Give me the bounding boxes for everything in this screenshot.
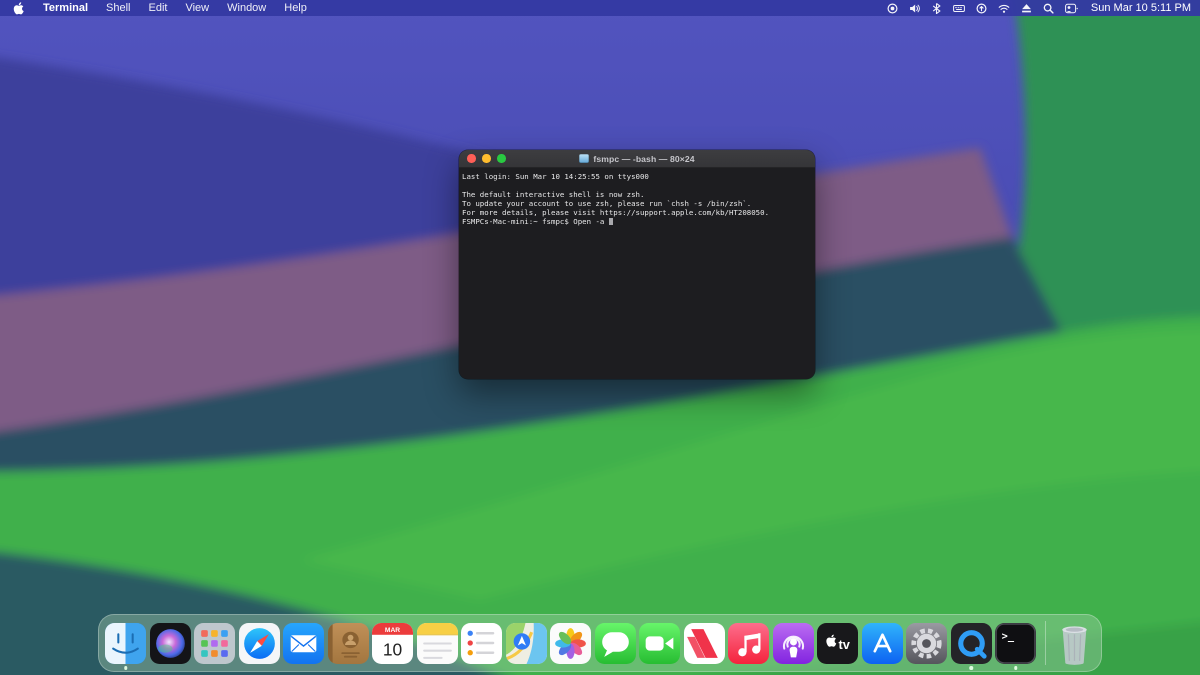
menu-edit[interactable]: Edit [140,0,177,16]
dock-item-mail[interactable] [283,622,324,664]
dock-item-app-store[interactable] [861,622,903,664]
dock-item-podcasts[interactable] [772,622,814,664]
facetime-icon [639,622,680,664]
trash-icon [1062,626,1087,665]
volume-icon[interactable] [909,3,920,14]
dock-separator [1044,621,1046,665]
menu-help[interactable]: Help [275,0,316,16]
terminal-line: Last login: Sun Mar 10 14:25:55 on ttys0… [462,172,649,181]
terminal-titlebar[interactable]: fsmpc — -bash — 80×24 [459,150,815,168]
terminal-proxy-icon [579,154,590,163]
dock-item-facetime[interactable] [639,622,680,664]
apple-menu-icon[interactable] [13,1,24,15]
terminal-line: To update your account to use zsh, pleas… [462,199,752,209]
menu-clock[interactable]: Sun Mar 10 5:11 PM [1091,2,1191,14]
dock-item-launchpad[interactable] [194,622,235,664]
quicktime-icon [950,622,992,664]
dock-item-maps[interactable] [505,622,547,664]
time-machine-icon[interactable] [976,2,987,14]
terminal-glyph-label: >_ [1002,630,1015,642]
system-settings-icon [906,622,947,664]
reminders-icon [461,622,502,664]
terminal-prompt-line: FSMPCs-Mac-mini:~ fsmpc$ Open -a [462,217,812,226]
news-icon [683,622,725,664]
window-title: fsmpc — -bash — 80×24 [593,153,695,164]
zoom-button[interactable] [497,154,506,163]
dock-item-calendar[interactable]: MAR 10 [372,622,413,664]
terminal-line: The default interactive shell is now zsh… [462,190,645,200]
dock-item-contacts[interactable] [327,622,369,664]
dock-item-siri[interactable] [149,622,191,664]
messages-icon [594,622,636,664]
wifi-icon[interactable] [998,3,1010,14]
calendar-day-label: 10 [383,639,402,659]
terminal-cursor [608,217,614,226]
dock-item-finder[interactable] [105,622,146,670]
dock-item-safari[interactable] [238,622,280,664]
bluetooth-icon[interactable] [931,2,942,14]
contacts-icon [327,622,369,664]
screen-recording-icon[interactable] [887,2,898,14]
menu-view[interactable]: View [176,0,218,16]
maps-icon [505,622,547,664]
menu-bar: Terminal Shell Edit View Window Help Sun… [0,0,1200,16]
minimize-button[interactable] [482,154,491,163]
finder-icon [105,622,146,664]
running-indicator [1013,666,1018,670]
dock: MAR 10 tv >_ [98,614,1102,672]
terminal-dock-icon: >_ [995,622,1036,664]
siri-icon [149,622,191,664]
dock-item-trash[interactable] [1054,620,1095,666]
dock-item-reminders[interactable] [461,622,502,664]
fast-user-switching-icon[interactable] [1065,3,1078,14]
dock-item-apple-tv[interactable]: tv [817,622,858,664]
dock-item-notes[interactable] [416,622,458,664]
dock-item-music[interactable] [728,622,769,664]
dock-item-terminal[interactable]: >_ [995,622,1036,670]
terminal-window: fsmpc — -bash — 80×24 Last login: Sun Ma… [459,150,815,379]
running-indicator [123,666,128,670]
podcasts-icon [772,622,814,664]
dock-item-system-settings[interactable] [906,622,947,664]
apple-tv-icon: tv [817,622,858,664]
calendar-icon: MAR 10 [372,622,413,664]
photos-icon [550,622,591,664]
dock-item-messages[interactable] [594,622,636,664]
mail-icon [283,622,324,664]
music-icon [728,622,769,664]
terminal-prompt: FSMPCs-Mac-mini:~ fsmpc$ Open -a [462,217,609,227]
terminal-line: For more details, please visit https://s… [462,208,770,218]
calendar-month-label: MAR [385,626,400,633]
spotlight-search-icon[interactable] [1043,3,1054,14]
menu-shell[interactable]: Shell [97,0,139,16]
close-button[interactable] [467,154,476,163]
launchpad-icon [194,622,235,664]
keyboard-input-icon[interactable] [953,3,965,14]
dock-item-quicktime[interactable] [950,622,992,670]
notes-icon [416,622,458,664]
terminal-content[interactable]: Last login: Sun Mar 10 14:25:55 on ttys0… [459,168,815,231]
eject-icon[interactable] [1021,3,1032,14]
apple-tv-label: tv [839,637,851,652]
menu-app-name[interactable]: Terminal [34,0,97,16]
dock-item-photos[interactable] [550,622,591,664]
dock-item-news[interactable] [683,622,725,664]
app-store-icon [861,622,903,664]
menu-window[interactable]: Window [218,0,275,16]
safari-icon [238,622,280,664]
running-indicator [969,666,973,670]
